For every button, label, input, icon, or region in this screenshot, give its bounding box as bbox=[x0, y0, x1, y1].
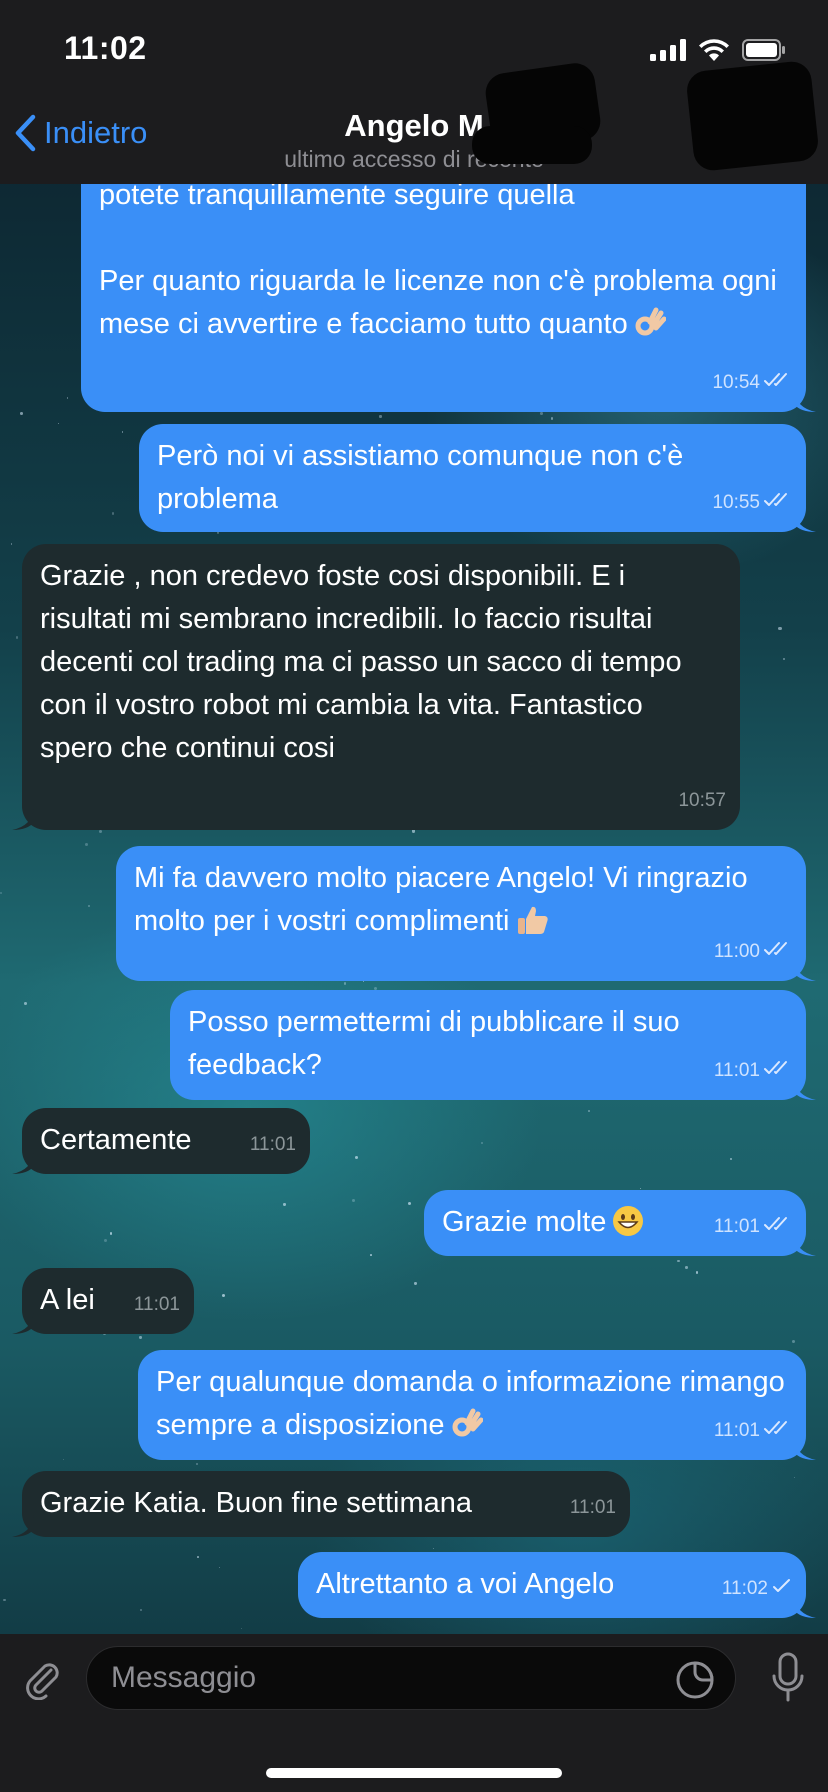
bubble-tail bbox=[794, 959, 816, 981]
message-input[interactable]: Messaggio bbox=[86, 1646, 736, 1710]
message-time: 11:01 bbox=[713, 1420, 760, 1441]
chat-header: Indietro Angelo M ultimo accesso di rece… bbox=[0, 59, 828, 184]
bubble-tail bbox=[794, 510, 816, 532]
outgoing-message[interactable]: Mi fa davvero molto piacere Angelo! Vi r… bbox=[116, 846, 816, 981]
ok-hand-emoji-icon bbox=[451, 1408, 484, 1440]
outgoing-message[interactable]: potete tranquillamente seguire quella Pe… bbox=[81, 184, 816, 412]
message-text: Grazie , non credevo foste cosi disponib… bbox=[40, 560, 682, 764]
message-time: 11:01 bbox=[569, 1497, 616, 1518]
microphone-icon[interactable] bbox=[770, 1652, 806, 1704]
message-time: 11:01 bbox=[249, 1134, 296, 1155]
input-bar: Messaggio bbox=[0, 1634, 828, 1792]
message-text: Altrettanto a voi Angelo bbox=[316, 1568, 615, 1600]
message-meta: 10:55 bbox=[712, 481, 792, 524]
outgoing-message[interactable]: Però noi vi assistiamo comunque non c'è … bbox=[139, 424, 816, 532]
double-check-icon bbox=[764, 930, 792, 973]
redaction-mark bbox=[472, 126, 592, 164]
outgoing-message[interactable]: Per qualunque domanda o informazione rim… bbox=[138, 1350, 816, 1460]
status-icons bbox=[650, 38, 786, 62]
double-check-icon bbox=[764, 481, 792, 524]
battery-icon bbox=[742, 39, 785, 61]
message-time: 10:54 bbox=[712, 372, 760, 393]
message-meta: 11:01 bbox=[570, 1486, 616, 1529]
outgoing-message[interactable]: Posso permettermi di pubblicare il suo f… bbox=[170, 990, 816, 1100]
bubble-tail bbox=[794, 1596, 816, 1618]
message-time: 11:02 bbox=[721, 1578, 768, 1599]
home-indicator bbox=[266, 1768, 562, 1778]
message-meta: 11:01 bbox=[714, 1049, 792, 1092]
message-meta: 11:02 bbox=[722, 1567, 792, 1610]
signal-icon bbox=[650, 39, 686, 61]
double-check-icon bbox=[764, 1205, 792, 1248]
double-check-icon bbox=[764, 1049, 792, 1092]
outgoing-message[interactable]: Grazie molte 11:01 bbox=[424, 1190, 816, 1256]
message-text: A lei bbox=[40, 1284, 95, 1316]
check-icon bbox=[772, 1567, 792, 1610]
ok-hand-emoji-icon bbox=[634, 307, 667, 339]
message-text: potete tranquillamente seguire quella Pe… bbox=[99, 184, 777, 340]
double-check-icon bbox=[764, 361, 792, 404]
bubble-tail bbox=[12, 1515, 34, 1537]
message-text: Mi fa davvero molto piacere Angelo! Vi r… bbox=[134, 862, 748, 937]
incoming-message[interactable]: Grazie Katia. Buon fine settimana 11:01 bbox=[12, 1471, 630, 1537]
message-text: Grazie Katia. Buon fine settimana bbox=[40, 1487, 473, 1519]
redaction-mark bbox=[685, 59, 820, 173]
bubble-tail bbox=[12, 808, 34, 830]
message-meta: 11:01 bbox=[714, 1205, 792, 1248]
bubble-tail bbox=[794, 390, 816, 412]
message-time: 11:01 bbox=[133, 1294, 180, 1315]
message-list[interactable]: potete tranquillamente seguire quella Pe… bbox=[0, 184, 828, 1634]
message-placeholder: Messaggio bbox=[111, 1661, 257, 1694]
message-time: 11:01 bbox=[713, 1216, 760, 1237]
incoming-message[interactable]: Certamente 11:01 bbox=[12, 1108, 310, 1174]
message-meta: 10:57 bbox=[678, 779, 726, 822]
paperclip-icon[interactable] bbox=[20, 1656, 64, 1700]
bubble-tail bbox=[794, 1438, 816, 1460]
incoming-message[interactable]: Grazie , non credevo foste cosi disponib… bbox=[12, 544, 740, 830]
status-time: 11:02 bbox=[64, 30, 147, 66]
message-time: 10:57 bbox=[678, 790, 726, 811]
message-time: 11:00 bbox=[713, 941, 760, 962]
message-time: 10:55 bbox=[712, 492, 760, 513]
message-meta: 11:01 bbox=[134, 1283, 180, 1326]
sticker-icon[interactable] bbox=[675, 1660, 715, 1700]
bubble-tail bbox=[12, 1312, 34, 1334]
bubble-tail bbox=[12, 1152, 34, 1174]
message-time: 11:01 bbox=[713, 1060, 760, 1081]
message-meta: 11:01 bbox=[714, 1409, 792, 1452]
message-meta: 11:00 bbox=[714, 930, 792, 973]
message-text: Certamente bbox=[40, 1124, 192, 1156]
incoming-message[interactable]: A lei 11:01 bbox=[12, 1268, 194, 1334]
message-meta: 11:01 bbox=[250, 1123, 296, 1166]
message-meta: 10:54 bbox=[712, 361, 792, 404]
grin-emoji-icon bbox=[612, 1205, 644, 1237]
outgoing-message[interactable]: Altrettanto a voi Angelo 11:02 bbox=[298, 1552, 816, 1618]
message-text: Grazie molte bbox=[442, 1206, 607, 1238]
message-text: Posso permettermi di pubblicare il suo f… bbox=[188, 1006, 680, 1081]
double-check-icon bbox=[764, 1409, 792, 1452]
wifi-icon bbox=[699, 39, 729, 61]
thumbs-up-emoji-icon bbox=[516, 904, 548, 936]
message-text: Però noi vi assistiamo comunque non c'è … bbox=[157, 440, 684, 515]
bubble-tail bbox=[794, 1078, 816, 1100]
bubble-tail bbox=[794, 1234, 816, 1256]
